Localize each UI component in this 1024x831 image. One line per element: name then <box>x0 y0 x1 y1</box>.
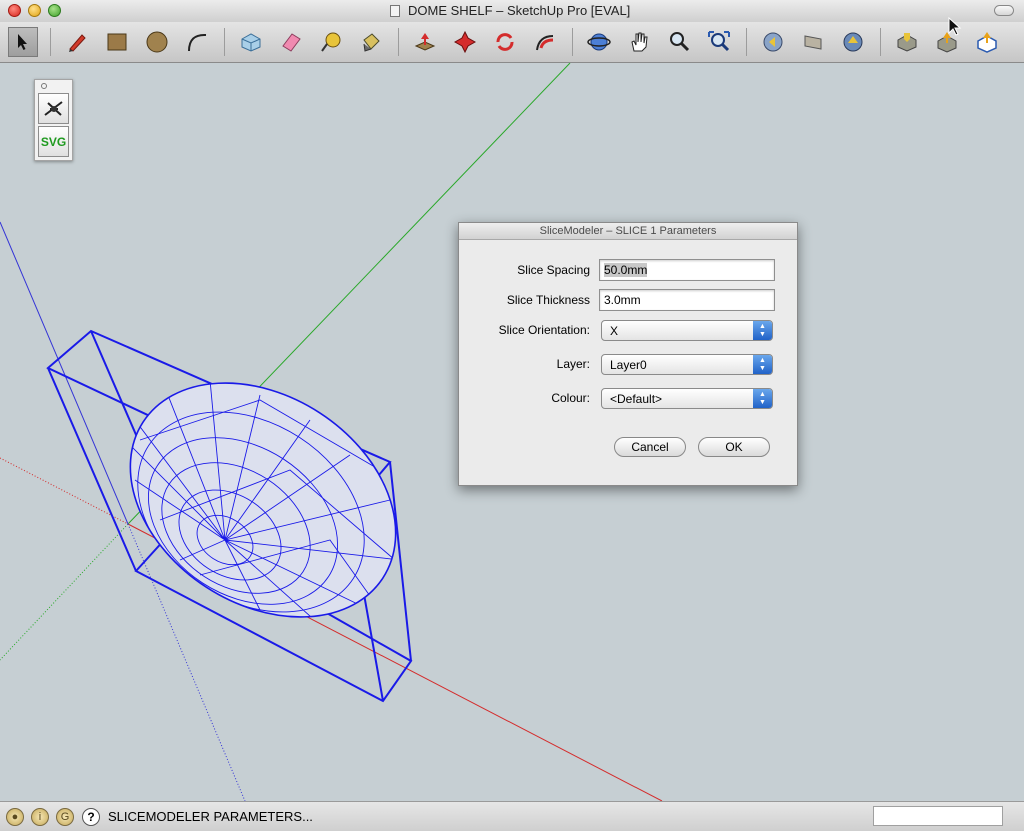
toolbar-separator <box>224 28 225 56</box>
arc-tool-button[interactable] <box>182 27 212 57</box>
toolbar-separator <box>880 28 881 56</box>
slice-orientation-label: Slice Orientation: <box>498 323 590 337</box>
magnifier-icon <box>670 32 690 52</box>
zoom-tool-button[interactable] <box>664 27 694 57</box>
slice-spacing-value: 50.0mm <box>604 263 648 277</box>
rectangle-icon <box>107 33 127 51</box>
select-tool-button[interactable] <box>8 27 38 57</box>
dome-wireframe[interactable] <box>86 335 439 665</box>
slice-thickness-input[interactable]: 3.0mm <box>599 289 775 311</box>
pencil-tool-button[interactable] <box>62 27 92 57</box>
palette-close-button[interactable] <box>41 83 47 89</box>
chevron-updown-icon: ▲ ▼ <box>753 321 772 340</box>
cancel-button[interactable]: Cancel <box>614 437 686 457</box>
chevron-updown-icon: ▲ ▼ <box>753 389 772 408</box>
zoom-extents-icon <box>708 31 730 52</box>
eraser-icon <box>282 33 301 52</box>
follow-me-button[interactable] <box>530 27 560 57</box>
minimize-window-button[interactable] <box>28 4 41 17</box>
close-window-button[interactable] <box>8 4 21 17</box>
make-component-button[interactable] <box>236 27 266 57</box>
zoom-extents-button[interactable] <box>704 27 734 57</box>
standard-views-button[interactable] <box>838 27 868 57</box>
eraser-tool-button[interactable] <box>276 27 306 57</box>
slice-orientation-select[interactable]: X ▲ ▼ <box>601 320 773 341</box>
slice-thickness-label: Slice Thickness <box>506 293 590 307</box>
svg-label: SVG <box>40 134 67 149</box>
status-message: SLICEMODELER PARAMETERS... <box>108 809 313 824</box>
toolbar-separator <box>746 28 747 56</box>
push-pull-button[interactable] <box>410 27 440 57</box>
toolbar-separator <box>50 28 51 56</box>
status-bar: ● i G ? SLICEMODELER PARAMETERS... <box>0 801 1024 831</box>
slice-orientation-value: X <box>610 324 619 338</box>
hand-icon <box>631 32 648 52</box>
materials-icon <box>897 33 917 52</box>
red-axis-negative <box>0 457 129 525</box>
toolbar-separator <box>572 28 573 56</box>
slicer-icon <box>43 100 63 116</box>
share-view-button[interactable] <box>972 27 1002 57</box>
toolbar-toggle-button[interactable] <box>994 5 1014 16</box>
slice-thickness-value: 3.0mm <box>604 293 641 307</box>
pan-tool-button[interactable] <box>624 27 654 57</box>
window-title: DOME SHELF – SketchUp Pro [EVAL] <box>408 3 631 18</box>
tape-measure-button[interactable] <box>316 27 346 57</box>
push-pull-icon <box>414 33 436 51</box>
paint-bucket-icon <box>363 33 380 52</box>
tape-measure-icon <box>321 32 341 52</box>
help-icon[interactable]: ? <box>82 808 100 826</box>
colour-label: Colour: <box>551 391 590 405</box>
colour-value: <Default> <box>610 392 663 406</box>
green-axis-negative <box>0 523 129 661</box>
title-bar: DOME SHELF – SketchUp Pro [EVAL] <box>0 0 1024 23</box>
credits-icon[interactable]: i <box>31 808 49 826</box>
arc-icon <box>188 33 207 52</box>
mouse-pointer-icon <box>948 17 962 36</box>
layer-label: Layer: <box>556 357 590 371</box>
pencil-icon <box>69 34 86 52</box>
move-tool-button[interactable] <box>450 27 480 57</box>
rectangle-tool-button[interactable] <box>102 27 132 57</box>
user-icon[interactable]: G <box>56 808 74 826</box>
rotate-tool-button[interactable] <box>490 27 520 57</box>
layer-value: Layer0 <box>610 358 647 372</box>
slicemodeler-dialog: SliceModeler – SLICE 1 Parameters Slice … <box>458 222 798 486</box>
next-view-button[interactable] <box>798 27 828 57</box>
colour-select[interactable]: <Default> ▲ ▼ <box>601 388 773 409</box>
measurements-box[interactable] <box>873 806 1003 826</box>
arrow-cursor-icon <box>18 34 27 50</box>
svg-export-button[interactable]: SVG <box>38 126 69 157</box>
rotate-icon <box>496 33 514 51</box>
slice-spacing-input[interactable]: 50.0mm <box>599 259 775 281</box>
ok-button[interactable]: OK <box>698 437 770 457</box>
previous-view-icon <box>763 32 783 52</box>
orbit-icon <box>587 33 611 51</box>
paint-bucket-button[interactable] <box>356 27 386 57</box>
next-view-icon <box>804 35 822 50</box>
chevron-updown-icon: ▲ ▼ <box>753 355 772 374</box>
dialog-title: SliceModeler – SLICE 1 Parameters <box>459 223 797 240</box>
move-icon <box>453 30 477 54</box>
toolbar-separator <box>398 28 399 56</box>
slice-spacing-label: Slice Spacing <box>517 263 590 277</box>
plugin-palette: SVG <box>34 79 73 161</box>
geolocation-icon[interactable]: ● <box>6 808 24 826</box>
standard-views-icon <box>843 32 863 52</box>
circle-icon <box>146 31 168 53</box>
previous-view-button[interactable] <box>758 27 788 57</box>
layer-select[interactable]: Layer0 ▲ ▼ <box>601 354 773 375</box>
document-icon <box>390 5 400 17</box>
component-icon <box>241 33 261 52</box>
orbit-tool-button[interactable] <box>584 27 614 57</box>
slicemodeler-tool-button[interactable] <box>38 93 69 124</box>
main-toolbar <box>0 22 1024 63</box>
circle-tool-button[interactable] <box>142 27 172 57</box>
follow-me-icon <box>536 35 554 51</box>
materials-view-button[interactable] <box>892 27 922 57</box>
zoom-window-button[interactable] <box>48 4 61 17</box>
share-icon <box>977 32 997 53</box>
